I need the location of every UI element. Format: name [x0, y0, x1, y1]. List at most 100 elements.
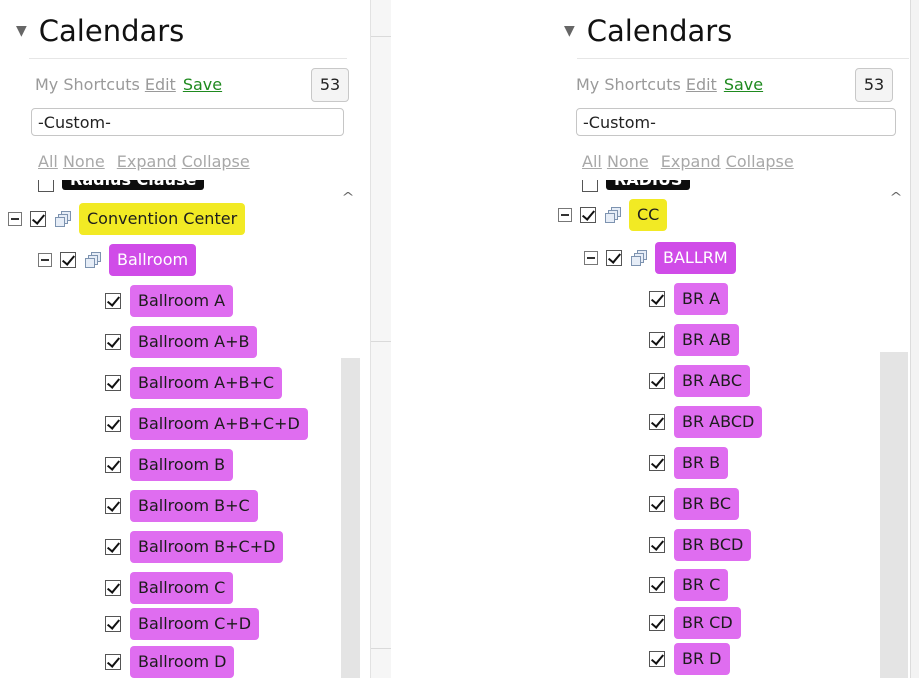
- calendar-tag[interactable]: Radius Clause: [62, 180, 205, 190]
- calendar-tag[interactable]: Ballroom B+C+D: [130, 531, 284, 563]
- calendar-tag[interactable]: BR D: [674, 643, 730, 675]
- tree-row-item[interactable]: Ballroom B+C: [105, 489, 258, 523]
- checkbox-icon[interactable]: [105, 457, 121, 473]
- checkbox-icon[interactable]: [105, 416, 121, 432]
- calendar-tag[interactable]: Ballroom B: [130, 449, 234, 481]
- checkbox-icon[interactable]: [105, 654, 121, 670]
- checkbox-icon[interactable]: [649, 651, 665, 667]
- checkbox-icon[interactable]: [60, 252, 76, 268]
- edit-link[interactable]: Edit: [686, 75, 717, 94]
- scroll-up-arrow-icon[interactable]: ^: [341, 190, 354, 204]
- tree-row-item[interactable]: Ballroom C: [105, 571, 234, 605]
- calendar-tag[interactable]: BR A: [674, 283, 729, 315]
- checkbox-icon[interactable]: [105, 375, 121, 391]
- tree-row-item[interactable]: BR B: [649, 446, 729, 480]
- tree-row-root[interactable]: CC: [558, 198, 668, 232]
- calendar-tag[interactable]: Ballroom B+C: [130, 490, 258, 522]
- tree-row-item[interactable]: Ballroom B+C+D: [105, 530, 284, 564]
- scrollbar-thumb[interactable]: [341, 358, 360, 678]
- tree-row-item[interactable]: Ballroom A+B+C: [105, 366, 283, 400]
- checkbox-icon[interactable]: [649, 291, 665, 307]
- calendar-tag[interactable]: Ballroom A+B+C+D: [130, 408, 308, 440]
- collapse-link[interactable]: Collapse: [726, 152, 794, 171]
- calendar-tag[interactable]: CC: [629, 199, 668, 231]
- collapse-minus-icon[interactable]: [584, 251, 598, 265]
- tree-row-item[interactable]: BR ABC: [649, 364, 750, 398]
- shortcut-select[interactable]: -Custom-: [31, 108, 344, 136]
- tree-row-group[interactable]: BALLRM: [584, 241, 736, 275]
- checkbox-icon[interactable]: [582, 180, 598, 192]
- calendar-tag[interactable]: Ballroom A+B: [130, 326, 258, 358]
- checkbox-icon[interactable]: [649, 577, 665, 593]
- calendar-tag[interactable]: BR B: [674, 447, 729, 479]
- expand-link[interactable]: Expand: [661, 152, 721, 171]
- scroll-up-arrow-icon[interactable]: ^: [889, 190, 902, 204]
- tree-row-group[interactable]: Ballroom: [38, 243, 197, 277]
- calendar-tag[interactable]: Ballroom A+B+C: [130, 367, 283, 399]
- calendars-header[interactable]: ▼ Calendars: [16, 14, 184, 48]
- expand-link[interactable]: Expand: [117, 152, 177, 171]
- checkbox-icon[interactable]: [606, 250, 622, 266]
- checkbox-icon[interactable]: [580, 207, 596, 223]
- tree-row-item[interactable]: BR A: [649, 282, 729, 316]
- tree-row-item[interactable]: BR D: [649, 642, 730, 676]
- collapse-triangle-icon[interactable]: ▼: [16, 23, 27, 39]
- calendar-tag[interactable]: Ballroom: [109, 244, 197, 276]
- calendar-tag[interactable]: RADIUS: [606, 180, 691, 190]
- checkbox-icon[interactable]: [649, 455, 665, 471]
- checkbox-icon[interactable]: [38, 180, 54, 192]
- tree-row-item[interactable]: BR BC: [649, 487, 740, 521]
- edit-link[interactable]: Edit: [145, 75, 176, 94]
- calendar-tag[interactable]: BR C: [674, 569, 729, 601]
- calendar-tag[interactable]: BR AB: [674, 324, 740, 356]
- checkbox-icon[interactable]: [105, 616, 121, 632]
- checkbox-icon[interactable]: [649, 332, 665, 348]
- checkbox-icon[interactable]: [649, 615, 665, 631]
- tree-row-item[interactable]: BR C: [649, 568, 729, 602]
- collapse-minus-icon[interactable]: [8, 212, 22, 226]
- calendar-tag[interactable]: BR ABCD: [674, 406, 763, 438]
- save-link[interactable]: Save: [724, 75, 763, 94]
- tree-row-item[interactable]: Ballroom A+B: [105, 325, 258, 359]
- tree-row-item[interactable]: Ballroom C+D: [105, 607, 260, 641]
- all-link[interactable]: All: [38, 152, 58, 171]
- none-link[interactable]: None: [607, 152, 649, 171]
- tree-row-item[interactable]: BR AB: [649, 323, 740, 357]
- checkbox-icon[interactable]: [105, 539, 121, 555]
- tree-row-item[interactable]: BR BCD: [649, 528, 752, 562]
- calendars-header[interactable]: ▼ Calendars: [564, 14, 732, 48]
- collapse-link[interactable]: Collapse: [182, 152, 250, 171]
- tree-row-item[interactable]: BR ABCD: [649, 405, 763, 439]
- calendar-tag[interactable]: Ballroom C+D: [130, 608, 260, 640]
- tree-row-item[interactable]: Ballroom B: [105, 448, 234, 482]
- save-link[interactable]: Save: [183, 75, 222, 94]
- checkbox-icon[interactable]: [649, 414, 665, 430]
- all-link[interactable]: All: [582, 152, 602, 171]
- collapse-minus-icon[interactable]: [38, 253, 52, 267]
- shortcut-select[interactable]: -Custom-: [576, 108, 896, 136]
- tree-row-root[interactable]: Convention Center: [8, 202, 246, 236]
- calendar-tag[interactable]: BR BCD: [674, 529, 752, 561]
- checkbox-icon[interactable]: [105, 334, 121, 350]
- calendar-tag[interactable]: Convention Center: [79, 203, 246, 235]
- checkbox-icon[interactable]: [30, 211, 46, 227]
- checkbox-icon[interactable]: [105, 498, 121, 514]
- tree-row-item[interactable]: Ballroom A+B+C+D: [105, 407, 308, 441]
- calendar-tag[interactable]: BR ABC: [674, 365, 750, 397]
- none-link[interactable]: None: [63, 152, 105, 171]
- checkbox-icon[interactable]: [649, 537, 665, 553]
- calendar-tag[interactable]: BR BC: [674, 488, 740, 520]
- collapse-triangle-icon[interactable]: ▼: [564, 23, 575, 39]
- tree-row-item[interactable]: Ballroom A: [105, 284, 234, 318]
- checkbox-icon[interactable]: [105, 293, 121, 309]
- tree-row-item[interactable]: BR CD: [649, 606, 741, 640]
- collapse-minus-icon[interactable]: [558, 208, 572, 222]
- calendar-tag[interactable]: Ballroom A: [130, 285, 234, 317]
- calendar-tag[interactable]: BR CD: [674, 607, 741, 639]
- calendar-tag[interactable]: Ballroom C: [130, 572, 234, 604]
- calendar-tag[interactable]: BALLRM: [655, 242, 736, 274]
- calendar-tag[interactable]: Ballroom D: [130, 646, 235, 678]
- tree-row-item[interactable]: Ballroom D: [105, 645, 235, 678]
- checkbox-icon[interactable]: [649, 373, 665, 389]
- scrollbar-thumb[interactable]: [880, 352, 908, 678]
